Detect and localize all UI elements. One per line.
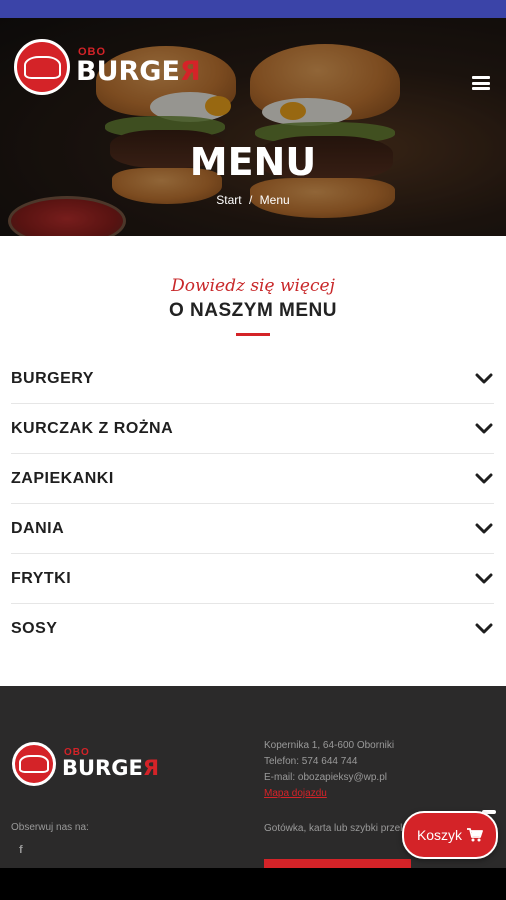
payment-info: Gotówka, karta lub szybki przelew <box>264 823 416 834</box>
cart-icon <box>467 828 483 842</box>
chevron-down-icon <box>475 623 493 633</box>
menu-item-label: BURGERY <box>11 369 94 387</box>
logo-text: BURGEЯ <box>62 755 159 780</box>
chevron-down-icon <box>475 573 493 583</box>
menu-item-dania[interactable]: DANIA <box>11 504 494 554</box>
menu-item-zapiekanki[interactable]: ZAPIEKANKI <box>11 454 494 504</box>
facebook-icon[interactable]: f <box>19 844 23 856</box>
phone-text: Telefon: 574 644 744 <box>264 756 358 767</box>
chevron-down-icon <box>475 423 493 433</box>
address-text: Kopernika 1, 64-600 Oborniki <box>264 740 395 751</box>
menu-item-label: ZAPIEKANKI <box>11 469 114 487</box>
hero-banner: OBO BURGEЯ MENU Start / Menu <box>0 18 506 236</box>
contact-info: Kopernika 1, 64-600 Oborniki Telefon: 57… <box>264 738 394 802</box>
system-nav-bar <box>0 868 506 900</box>
footer-accent-bar <box>264 859 411 868</box>
menu-item-sosy[interactable]: SOSY <box>11 604 494 653</box>
section-intro: Dowiedz się więcej O NASZYM MENU <box>0 276 506 336</box>
section-subtitle: Dowiedz się więcej <box>171 276 335 296</box>
menu-item-kurczak[interactable]: KURCZAK Z ROŻNA <box>11 404 494 454</box>
menu-toggle-icon[interactable] <box>472 76 490 90</box>
menu-item-label: SOSY <box>11 619 58 637</box>
logo-emblem-icon <box>14 39 70 95</box>
logo-text: BURGEЯ <box>76 55 201 87</box>
section-title: O NASZYM MENU <box>169 300 337 321</box>
breadcrumb-separator: / <box>248 193 253 207</box>
logo-small-text: OBO <box>78 45 107 58</box>
chevron-down-icon <box>475 523 493 533</box>
menu-item-label: KURCZAK Z ROŻNA <box>11 419 174 437</box>
email-text: E-mail: obozapieksy@wp.pl <box>264 772 387 783</box>
menu-item-frytki[interactable]: FRYTKI <box>11 554 494 604</box>
chevron-down-icon <box>475 473 493 483</box>
menu-item-burgery[interactable]: BURGERY <box>11 354 494 404</box>
status-bar <box>0 0 506 18</box>
cart-label: Koszyk <box>416 827 463 843</box>
logo-emblem-icon <box>12 742 56 786</box>
follow-label: Obserwuj nas na: <box>11 822 89 833</box>
footer-logo[interactable]: OBO BURGEЯ <box>12 742 159 786</box>
breadcrumb-home[interactable]: Start <box>216 193 241 207</box>
header-logo[interactable]: OBO BURGEЯ <box>14 39 201 95</box>
menu-item-label: FRYTKI <box>11 569 72 587</box>
breadcrumb: Start / Menu <box>0 193 506 207</box>
chevron-down-icon <box>475 373 493 383</box>
menu-item-label: DANIA <box>11 519 65 537</box>
cart-button[interactable]: Koszyk <box>402 811 498 859</box>
directions-link[interactable]: Mapa dojazdu <box>264 786 394 802</box>
breadcrumb-current: Menu <box>259 193 290 207</box>
logo-small-text: OBO <box>64 746 90 758</box>
title-divider <box>236 333 270 336</box>
menu-accordion: BURGERY KURCZAK Z ROŻNA ZAPIEKANKI DANIA… <box>11 354 494 653</box>
page-title: MENU <box>189 140 317 184</box>
